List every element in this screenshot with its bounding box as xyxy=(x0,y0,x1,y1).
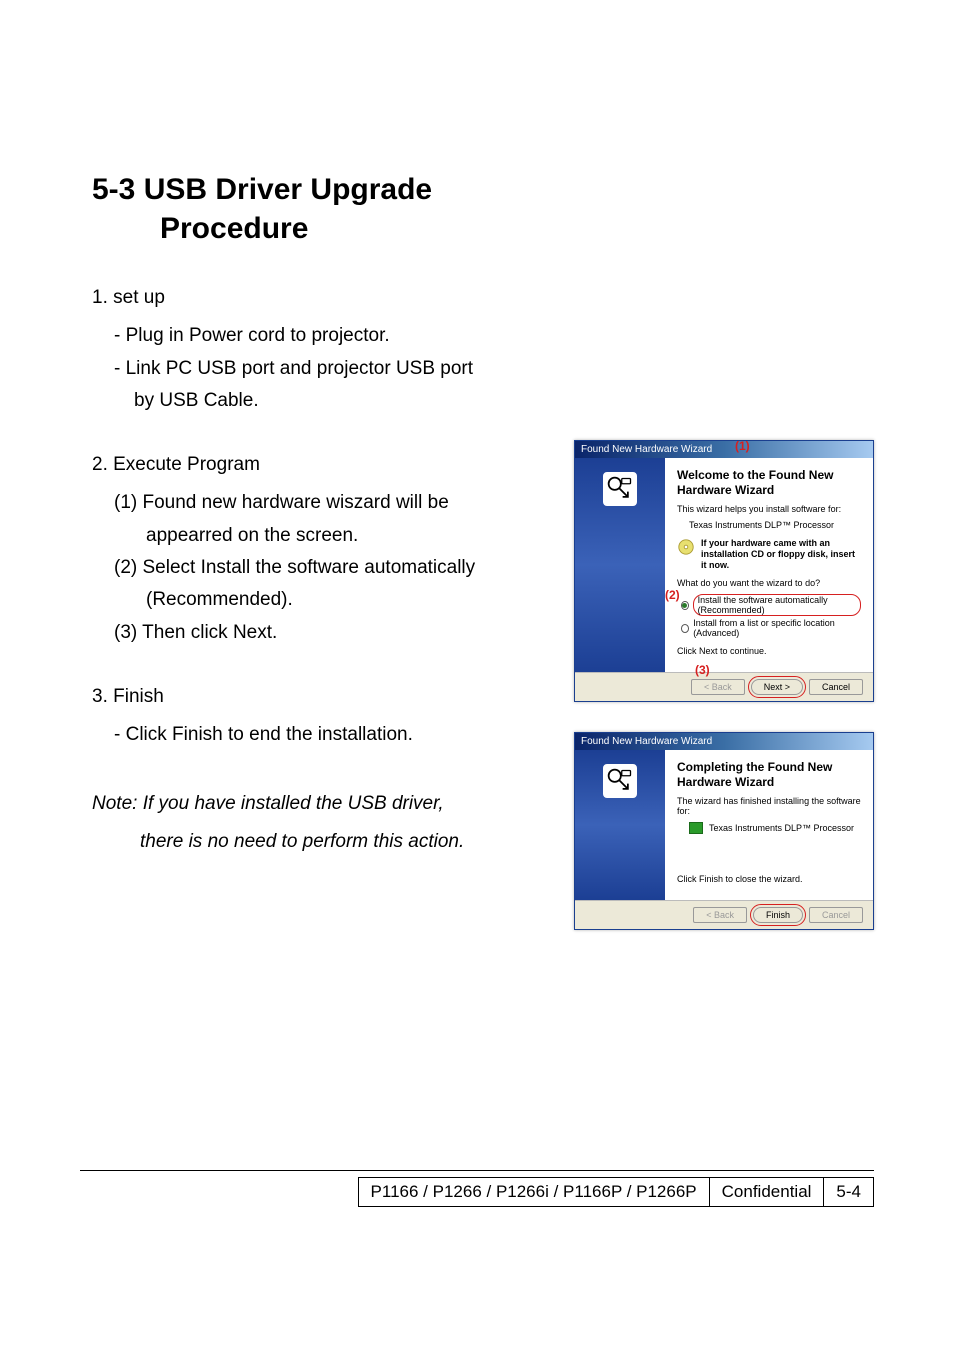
footer-confidential: Confidential xyxy=(709,1177,824,1207)
step-1-item-1: - Plug in Power cord to projector. xyxy=(92,320,874,352)
back-button[interactable]: < Back xyxy=(691,679,745,695)
wizard-subtext: The wizard has finished installing the s… xyxy=(677,796,861,816)
wizard-continue-text: Click Finish to close the wizard. xyxy=(677,874,861,884)
hardware-icon xyxy=(603,764,637,798)
wizard-subtext: This wizard helps you install software f… xyxy=(677,504,861,514)
wizard-device: Texas Instruments DLP™ Processor xyxy=(677,520,861,530)
section-title-line1: USB Driver Upgrade xyxy=(144,173,432,206)
back-button[interactable]: < Back xyxy=(693,907,747,923)
finish-button[interactable]: Finish xyxy=(753,907,803,923)
section-number: 5-3 xyxy=(92,170,135,209)
annotation-2: (2) xyxy=(665,588,680,602)
wizard-heading: Completing the Found New Hardware Wizard xyxy=(677,760,861,790)
section-heading: 5-3 USB Driver Upgrade Procedure xyxy=(92,170,874,248)
chip-icon xyxy=(689,822,703,834)
wizard-sidebar xyxy=(575,750,665,900)
wizard-option-auto-label: Install the software automatically (Reco… xyxy=(693,594,861,616)
step-1-item-2b: by USB Cable. xyxy=(92,385,874,417)
wizard-heading: Welcome to the Found New Hardware Wizard xyxy=(677,468,861,498)
cd-icon xyxy=(677,538,695,556)
wizard-sidebar xyxy=(575,458,665,672)
wizard-titlebar: Found New Hardware Wizard xyxy=(575,441,873,458)
wizard-question: What do you want the wizard to do? xyxy=(677,578,861,588)
wizard-option-auto[interactable]: Install the software automatically (Reco… xyxy=(681,594,861,616)
wizard-option-list[interactable]: Install from a list or specific location… xyxy=(681,618,861,638)
hardware-icon xyxy=(603,472,637,506)
step-1-heading: 1. set up xyxy=(92,282,874,314)
screenshot-column: (1) Found New Hardware Wizard Welcome to… xyxy=(574,440,874,960)
cancel-button[interactable]: Cancel xyxy=(809,679,863,695)
footer-models: P1166 / P1266 / P1266i / P1166P / P1266P xyxy=(358,1177,709,1207)
step-1-item-2: - Link PC USB port and projector USB por… xyxy=(92,353,874,385)
annotation-1: (1) xyxy=(735,439,750,453)
wizard-cd-text: If your hardware came with an installati… xyxy=(701,538,861,570)
footer: P1166 / P1266 / P1266i / P1166P / P1266P… xyxy=(80,1170,874,1210)
wizard-device: Texas Instruments DLP™ Processor xyxy=(709,823,854,833)
footer-page: 5-4 xyxy=(823,1177,874,1207)
next-button[interactable]: Next > xyxy=(751,679,803,695)
wizard-option-list-label: Install from a list or specific location… xyxy=(693,618,861,638)
radio-icon xyxy=(681,601,689,610)
section-title-line2: Procedure xyxy=(92,209,874,248)
wizard-welcome: (1) Found New Hardware Wizard Welcome to… xyxy=(574,440,874,702)
cancel-button[interactable]: Cancel xyxy=(809,907,863,923)
wizard-continue-text: Click Next to continue. xyxy=(677,646,861,656)
radio-icon xyxy=(681,624,689,633)
wizard-titlebar: Found New Hardware Wizard xyxy=(575,733,873,750)
annotation-3: (3) xyxy=(695,663,710,677)
wizard-complete: Found New Hardware Wizard Completing the… xyxy=(574,732,874,930)
